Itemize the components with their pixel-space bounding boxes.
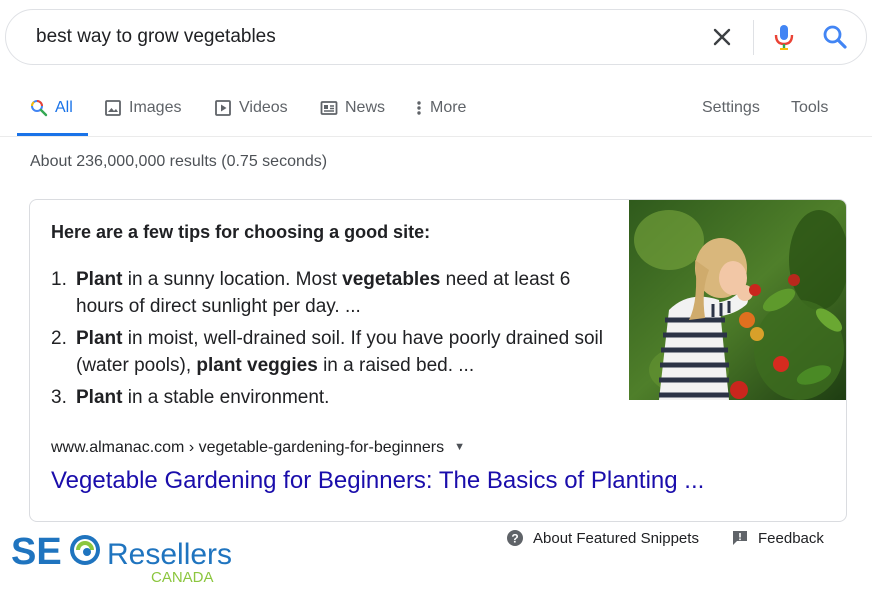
list-number: 1. (51, 269, 67, 290)
tab-label: Images (129, 99, 182, 116)
svg-text:Resellers: Resellers (107, 538, 232, 571)
bold-keyword: Plant (76, 387, 123, 408)
seo-resellers-canada-logo: SE Resellers CANADA (11, 531, 232, 586)
list-number: 2. (51, 328, 67, 349)
tab-all[interactable]: All (30, 88, 73, 128)
snippet-text: in a raised bed. ... (317, 355, 475, 376)
tab-label: Settings (702, 99, 760, 116)
feedback-icon (733, 531, 747, 545)
snippet-list-item: 3. Plant in a stable environment. (51, 384, 611, 411)
svg-text:SE: SE (11, 531, 62, 573)
girl-eating-tomatoes-photo[interactable] (629, 200, 846, 400)
breadcrumb-text: www.almanac.com › vegetable-gardening-fo… (51, 439, 445, 456)
tab-videos[interactable]: Videos (214, 88, 288, 128)
tab-label: More (430, 99, 467, 116)
help-icon: ? (507, 530, 523, 546)
more-vert-icon (417, 101, 421, 115)
bold-keyword: Plant (76, 328, 123, 349)
search-tabs: All Images Videos News More Settings Too… (0, 88, 872, 136)
snippet-text: in a sunny location. Most (122, 269, 343, 290)
tab-images[interactable]: Images (104, 88, 181, 128)
bold-keyword: Plant (76, 269, 123, 290)
snippet-list: 1. Plant in a sunny location. Most vegeta… (51, 266, 611, 416)
snippet-list-item: 2. Plant in moist, well-drained soil. If … (51, 325, 611, 379)
svg-text:?: ? (511, 532, 518, 546)
result-stats: About 236,000,000 results (0.75 seconds) (30, 153, 328, 170)
microphone-icon[interactable] (772, 23, 796, 51)
tabs-divider (0, 136, 872, 137)
tab-settings[interactable]: Settings (702, 88, 760, 128)
bold-keyword: vegetables (342, 269, 441, 290)
search-icon (31, 100, 48, 117)
play-icon (215, 100, 231, 116)
snippet-heading: Here are a few tips for choosing a good … (51, 222, 431, 242)
news-icon (320, 101, 338, 115)
tab-label: Tools (791, 99, 829, 116)
snippet-text: in a stable environment. (122, 387, 330, 408)
tab-label: News (345, 99, 386, 116)
search-icon[interactable] (822, 24, 848, 50)
svg-text:CANADA: CANADA (151, 569, 214, 586)
clear-icon[interactable] (710, 25, 734, 49)
tab-news[interactable]: News (320, 88, 385, 128)
tab-more[interactable]: More (414, 88, 466, 128)
tab-label: Videos (239, 99, 288, 116)
result-title-link[interactable]: Vegetable Gardening for Beginners: The B… (51, 467, 704, 495)
feedback-label: Feedback (758, 529, 824, 547)
tab-label: All (55, 99, 73, 116)
search-bar[interactable]: best way to grow vegetables (5, 9, 867, 65)
tab-tools[interactable]: Tools (791, 88, 828, 128)
list-number: 3. (51, 387, 67, 408)
search-input[interactable]: best way to grow vegetables (36, 10, 276, 64)
featured-snippet: Here are a few tips for choosing a good … (29, 199, 847, 522)
result-breadcrumb[interactable]: www.almanac.com › vegetable-gardening-fo… (51, 439, 465, 457)
bold-keyword: plant veggies (196, 355, 318, 376)
snippet-list-item: 1. Plant in a sunny location. Most vegeta… (51, 266, 611, 320)
feedback-link[interactable]: Feedback (731, 529, 824, 547)
about-snippets-link[interactable]: ? About Featured Snippets (506, 529, 699, 547)
caret-down-icon[interactable]: ▼ (454, 441, 465, 453)
image-icon (105, 100, 121, 116)
about-label: About Featured Snippets (533, 529, 699, 547)
search-divider (753, 20, 754, 55)
